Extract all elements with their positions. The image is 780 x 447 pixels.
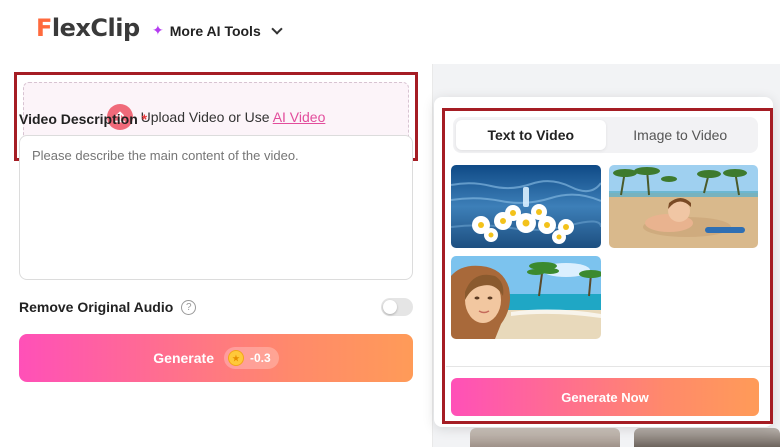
top-header: FlexClip ✦ More AI Tools [0,0,780,64]
remove-audio-toggle[interactable] [381,298,413,316]
remove-audio-row: Remove Original Audio ? [19,299,197,315]
more-ai-tools-label: More AI Tools [169,22,261,39]
coin-icon: ★ [228,350,244,366]
generate-button[interactable]: Generate ★ -0.3 [19,334,413,382]
generate-now-button[interactable]: Generate Now [451,378,759,416]
background-thumbnail [634,428,780,447]
daisies-on-water-thumbnail[interactable] [451,165,601,248]
upload-label: Upload Video or Use AI Video [140,109,326,125]
flexclip-logo[interactable]: FlexClip [36,14,140,42]
mode-tabs: Text to Video Image to Video [453,117,758,153]
background-thumbnail [470,428,620,447]
tab-text-to-video[interactable]: Text to Video [456,120,606,150]
woman-at-tropical-beach-thumbnail[interactable] [451,256,601,339]
popup-divider [446,366,771,367]
required-mark: * [141,111,148,127]
credit-cost-badge: ★ -0.3 [224,347,279,369]
chevron-down-icon [271,22,283,35]
video-description-input[interactable] [19,135,413,280]
tab-image-to-video[interactable]: Image to Video [606,120,756,150]
remove-audio-label: Remove Original Audio [19,299,174,315]
sparkle-icon: ✦ [152,22,164,38]
generate-label: Generate [153,350,214,366]
ai-video-link[interactable]: AI Video [273,109,326,125]
more-ai-tools-menu[interactable]: ✦ More AI Tools [152,22,283,39]
credit-cost: -0.3 [250,351,271,365]
video-description-label: Video Description * [19,111,148,127]
help-icon[interactable]: ? [181,299,197,315]
girl-on-beach-thumbnail[interactable] [609,165,758,248]
